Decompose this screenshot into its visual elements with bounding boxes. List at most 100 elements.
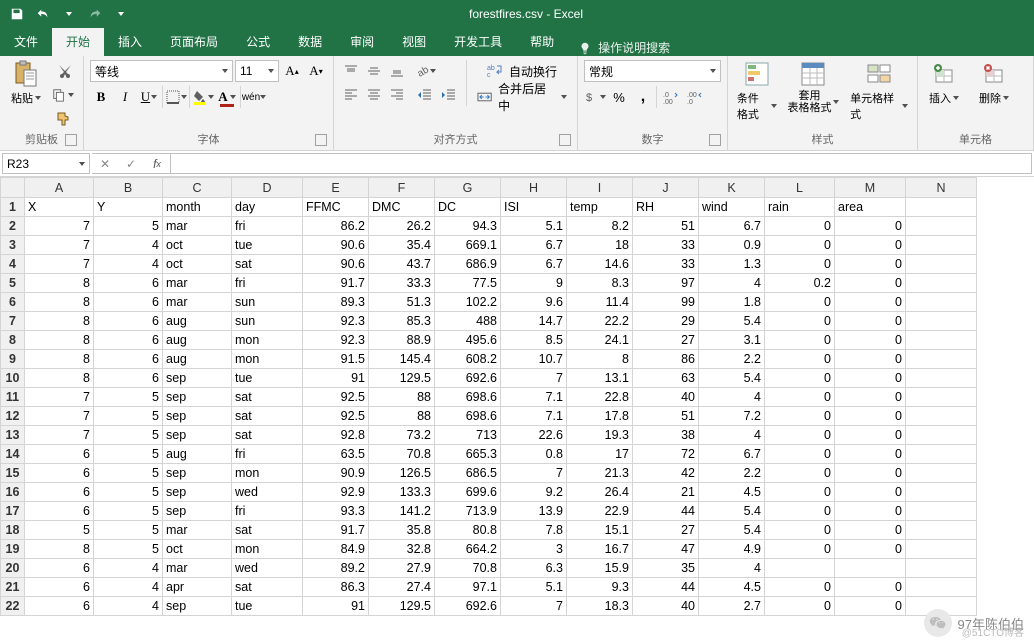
cell[interactable]: aug bbox=[163, 312, 232, 331]
cell[interactable]: mar bbox=[163, 293, 232, 312]
cell[interactable]: 0 bbox=[835, 578, 906, 597]
cell[interactable]: 80.8 bbox=[435, 521, 501, 540]
column-header[interactable]: B bbox=[94, 178, 163, 198]
tell-me[interactable]: 操作说明搜索 bbox=[578, 39, 670, 56]
cell[interactable]: 0 bbox=[765, 521, 835, 540]
cell[interactable] bbox=[906, 426, 977, 445]
cell[interactable]: 9.3 bbox=[567, 578, 633, 597]
cell[interactable]: 63.5 bbox=[303, 445, 369, 464]
cell[interactable]: 0 bbox=[835, 445, 906, 464]
cell[interactable]: mon bbox=[232, 464, 303, 483]
align-right-button[interactable] bbox=[386, 83, 408, 105]
cell[interactable]: 608.2 bbox=[435, 350, 501, 369]
cell[interactable]: 141.2 bbox=[369, 502, 435, 521]
cell[interactable] bbox=[835, 559, 906, 578]
cell[interactable]: 0 bbox=[835, 331, 906, 350]
cell[interactable] bbox=[906, 502, 977, 521]
cell[interactable]: 0 bbox=[835, 464, 906, 483]
row-header[interactable]: 13 bbox=[1, 426, 25, 445]
cell[interactable] bbox=[906, 483, 977, 502]
cell[interactable]: 6 bbox=[25, 578, 94, 597]
cell[interactable]: 9.6 bbox=[501, 293, 567, 312]
cell[interactable]: 5 bbox=[94, 407, 163, 426]
row-header[interactable]: 17 bbox=[1, 502, 25, 521]
name-box[interactable]: R23 bbox=[2, 153, 90, 174]
number-format-combo[interactable]: 常规 bbox=[584, 60, 721, 82]
row-header[interactable]: 10 bbox=[1, 369, 25, 388]
cell[interactable]: 0 bbox=[765, 426, 835, 445]
increase-decimal-button[interactable]: .0.00 bbox=[659, 86, 681, 108]
cell[interactable]: aug bbox=[163, 331, 232, 350]
cell[interactable]: 89.2 bbox=[303, 559, 369, 578]
tab-formula[interactable]: 公式 bbox=[232, 28, 284, 56]
row-header[interactable]: 1 bbox=[1, 198, 25, 217]
cell[interactable]: 70.8 bbox=[369, 445, 435, 464]
cell[interactable]: 88 bbox=[369, 388, 435, 407]
cell[interactable]: 0.8 bbox=[501, 445, 567, 464]
cell[interactable]: 6.7 bbox=[501, 236, 567, 255]
cell[interactable]: 5.1 bbox=[501, 578, 567, 597]
row-header[interactable]: 9 bbox=[1, 350, 25, 369]
cell[interactable]: 0 bbox=[765, 331, 835, 350]
cell[interactable]: temp bbox=[567, 198, 633, 217]
cell[interactable]: sep bbox=[163, 369, 232, 388]
cell[interactable]: 21.3 bbox=[567, 464, 633, 483]
cell[interactable]: 8.2 bbox=[567, 217, 633, 236]
cell[interactable]: 7 bbox=[25, 426, 94, 445]
cell[interactable]: sat bbox=[232, 521, 303, 540]
cell[interactable]: 665.3 bbox=[435, 445, 501, 464]
decrease-decimal-button[interactable]: .00.0 bbox=[683, 86, 705, 108]
cell[interactable]: 0 bbox=[835, 236, 906, 255]
cell[interactable]: 102.2 bbox=[435, 293, 501, 312]
cell[interactable]: 13.9 bbox=[501, 502, 567, 521]
cell[interactable]: RH bbox=[633, 198, 699, 217]
cell[interactable]: 4.5 bbox=[699, 578, 765, 597]
cell[interactable]: fri bbox=[232, 274, 303, 293]
cell[interactable]: 19.3 bbox=[567, 426, 633, 445]
cell[interactable]: 5 bbox=[94, 521, 163, 540]
cell[interactable]: 0.9 bbox=[699, 236, 765, 255]
cell[interactable]: 8.3 bbox=[567, 274, 633, 293]
cell[interactable]: DC bbox=[435, 198, 501, 217]
cell[interactable]: 86.2 bbox=[303, 217, 369, 236]
cell[interactable]: 0 bbox=[765, 464, 835, 483]
cell[interactable]: 6 bbox=[25, 445, 94, 464]
cell[interactable]: 4 bbox=[94, 255, 163, 274]
cell[interactable]: fri bbox=[232, 502, 303, 521]
increase-indent-button[interactable] bbox=[438, 84, 460, 106]
cell[interactable]: sat bbox=[232, 255, 303, 274]
cell[interactable]: 26.4 bbox=[567, 483, 633, 502]
cell[interactable]: 5.1 bbox=[501, 217, 567, 236]
cell[interactable]: 698.6 bbox=[435, 388, 501, 407]
cell[interactable]: 713.9 bbox=[435, 502, 501, 521]
cell[interactable]: 8 bbox=[25, 312, 94, 331]
cell[interactable]: 6 bbox=[25, 464, 94, 483]
cell[interactable]: 33 bbox=[633, 236, 699, 255]
cell[interactable]: fri bbox=[232, 445, 303, 464]
cell[interactable]: 0 bbox=[765, 217, 835, 236]
tab-data[interactable]: 数据 bbox=[284, 28, 336, 56]
cell[interactable]: 5 bbox=[25, 521, 94, 540]
merge-center-button[interactable]: 合并后居中 bbox=[473, 86, 571, 108]
cell[interactable]: 91 bbox=[303, 597, 369, 616]
paste-button[interactable]: 粘贴 bbox=[6, 60, 46, 106]
row-header[interactable]: 6 bbox=[1, 293, 25, 312]
cell[interactable]: 7 bbox=[25, 255, 94, 274]
cell[interactable]: oct bbox=[163, 255, 232, 274]
cell[interactable]: 7 bbox=[501, 597, 567, 616]
cell[interactable]: mon bbox=[232, 540, 303, 559]
tab-developer[interactable]: 开发工具 bbox=[440, 28, 516, 56]
cell[interactable]: 0 bbox=[765, 578, 835, 597]
row-header[interactable]: 3 bbox=[1, 236, 25, 255]
cell[interactable]: month bbox=[163, 198, 232, 217]
cell[interactable]: 8 bbox=[25, 350, 94, 369]
cell[interactable]: 5.4 bbox=[699, 312, 765, 331]
cell[interactable]: 63 bbox=[633, 369, 699, 388]
cell[interactable] bbox=[906, 369, 977, 388]
column-header[interactable]: N bbox=[906, 178, 977, 198]
row-header[interactable]: 20 bbox=[1, 559, 25, 578]
select-all-corner[interactable] bbox=[1, 178, 25, 198]
cell[interactable]: 6 bbox=[94, 312, 163, 331]
enter-formula-button[interactable]: ✓ bbox=[118, 157, 144, 171]
cell[interactable]: 0 bbox=[835, 426, 906, 445]
